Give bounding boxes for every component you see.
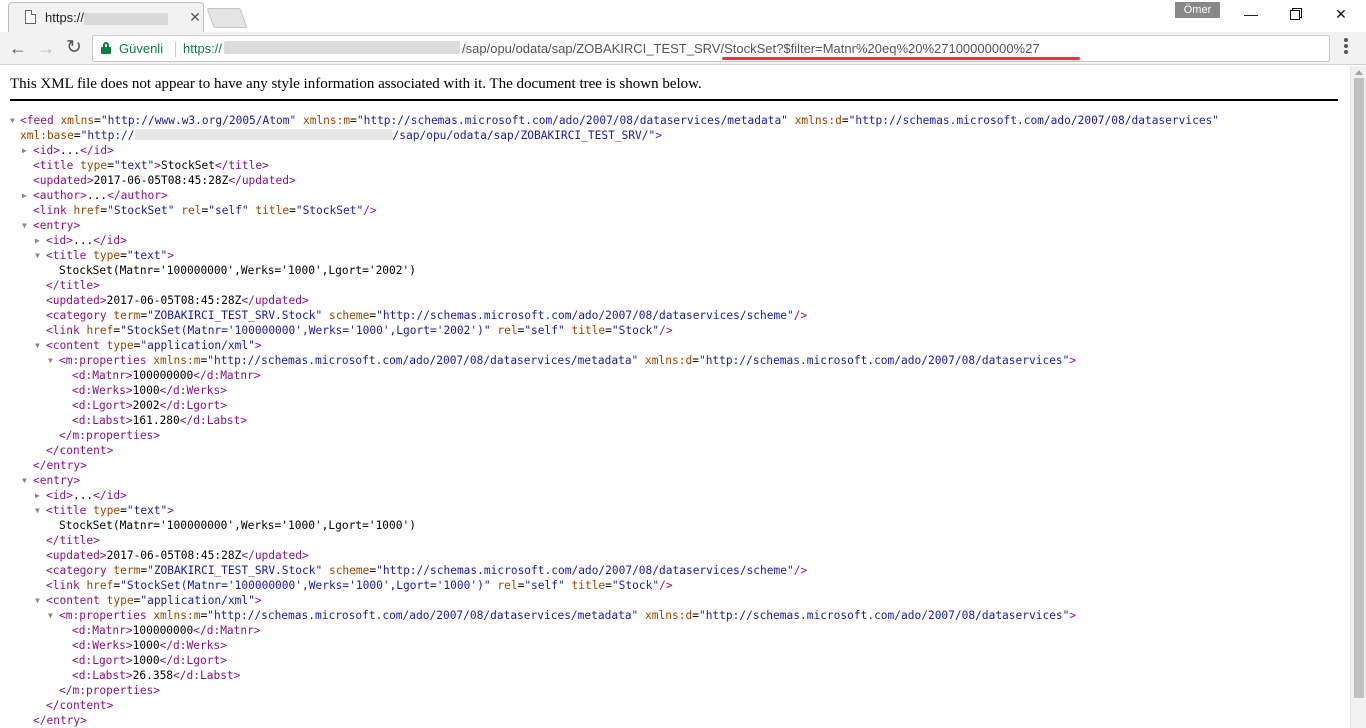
entry-title-close: </title> bbox=[46, 534, 100, 547]
entry-content-open: ▼ <content type="application/xml"> bbox=[35, 593, 262, 608]
address-separator bbox=[175, 42, 176, 57]
entry-title-close: </title> bbox=[46, 279, 100, 292]
properties-close: </m:properties> bbox=[59, 429, 161, 442]
close-tab-icon[interactable]: ✕ bbox=[187, 9, 203, 25]
xml-info-message: This XML file does not appear to have an… bbox=[10, 76, 702, 92]
properties-open: ▼ <m:properties xmlns:m="http://schemas.… bbox=[48, 608, 1077, 623]
prop-labst: <d:Labst>161.280</d:Labst> bbox=[72, 414, 248, 427]
entry-title-text: StockSet(Matnr='100000000',Werks='1000',… bbox=[59, 519, 416, 532]
expanded-triangle-icon[interactable]: ▼ bbox=[35, 503, 44, 518]
url-highlight-underline bbox=[722, 57, 1080, 60]
maximize-button[interactable] bbox=[1272, 0, 1318, 28]
entry-category: <category term="ZOBAKIRCI_TEST_SRV.Stock… bbox=[46, 564, 808, 577]
properties-close: </m:properties> bbox=[59, 684, 161, 697]
page-content: This XML file does not appear to have an… bbox=[0, 66, 1350, 728]
entry-open-tag: ▼ <entry> bbox=[22, 473, 81, 488]
redacted-host bbox=[84, 12, 169, 25]
entry-updated: <updated>2017-06-05T08:45:28Z</updated> bbox=[46, 294, 309, 307]
entry-link: <link href="StockSet(Matnr='100000000',W… bbox=[46, 579, 673, 592]
restore-icon bbox=[1290, 10, 1300, 20]
redacted-host bbox=[224, 41, 461, 54]
document-icon bbox=[25, 10, 36, 24]
prop-matnr: <d:Matnr>100000000</d:Matnr> bbox=[72, 369, 261, 382]
url-text[interactable]: https:// /sap/opu/odata/sap/ZOBAKIRCI_TES… bbox=[183, 41, 1040, 56]
expanded-triangle-icon[interactable]: ▼ bbox=[35, 338, 44, 353]
entry-updated: <updated>2017-06-05T08:45:28Z</updated> bbox=[46, 549, 309, 562]
url-path: /sap/opu/odata/sap/ZOBAKIRCI_TEST_SRV/ bbox=[462, 41, 725, 56]
entry-title-open: ▼ <title type="text"> bbox=[35, 248, 175, 263]
feed-title: <title type="text">StockSet</title> bbox=[33, 159, 269, 172]
scroll-up-arrow-icon[interactable] bbox=[1355, 70, 1363, 75]
entry-id-collapsed: ▶ <id>...</id> bbox=[35, 233, 127, 248]
scrollbar-thumb[interactable] bbox=[1354, 78, 1364, 698]
collapsed-triangle-icon[interactable]: ▶ bbox=[35, 488, 44, 503]
content-close: </content> bbox=[46, 444, 114, 457]
entry-close-tag: </entry> bbox=[33, 459, 87, 472]
minimize-button[interactable]: — bbox=[1228, 0, 1274, 28]
collapsed-triangle-icon[interactable]: ▶ bbox=[22, 143, 31, 158]
reload-icon[interactable]: ↻ bbox=[62, 36, 86, 60]
prop-labst: <d:Labst>26.358</d:Labst> bbox=[72, 669, 241, 682]
content-close: </content> bbox=[46, 699, 114, 712]
collapsed-triangle-icon[interactable]: ▶ bbox=[22, 188, 31, 203]
expanded-triangle-icon[interactable]: ▼ bbox=[48, 353, 57, 368]
entry-open-tag: ▼ <entry> bbox=[22, 218, 81, 233]
entry-id-collapsed: ▶ <id>...</id> bbox=[35, 488, 127, 503]
feed-author-collapsed: ▶ <author>...</author> bbox=[22, 188, 168, 203]
feed-base-attr: xml:base="http:///sap/opu/odata/sap/ZOBA… bbox=[20, 129, 662, 142]
tab-title: https:// bbox=[45, 10, 169, 25]
close-window-button[interactable]: ✕ bbox=[1318, 0, 1364, 28]
entry-title-open: ▼ <title type="text"> bbox=[35, 503, 175, 518]
back-arrow-icon[interactable]: ← bbox=[6, 36, 30, 60]
prop-lgort: <d:Lgort>1000</d:Lgort> bbox=[72, 654, 227, 667]
expanded-triangle-icon[interactable]: ▼ bbox=[35, 593, 44, 608]
feed-link: <link href="StockSet" rel="self" title="… bbox=[33, 204, 377, 217]
prop-werks: <d:Werks>1000</d:Werks> bbox=[72, 384, 227, 397]
url-scheme: https:// bbox=[183, 41, 223, 56]
collapsed-triangle-icon[interactable]: ▶ bbox=[35, 233, 44, 248]
feed-id-collapsed: ▶ <id>...</id> bbox=[22, 143, 114, 158]
menu-dots-icon[interactable] bbox=[1344, 38, 1350, 58]
prop-matnr: <d:Matnr>100000000</d:Matnr> bbox=[72, 624, 261, 637]
entry-title-text: StockSet(Matnr='100000000',Werks='1000',… bbox=[59, 264, 416, 277]
address-bar[interactable]: Güvenli https:// /sap/opu/odata/sap/ZOBAK… bbox=[92, 35, 1330, 62]
browser-tab[interactable]: https:// ✕ bbox=[8, 2, 204, 32]
expanded-triangle-icon[interactable]: ▼ bbox=[10, 113, 19, 128]
title-bar: https:// ✕ Ömer — ✕ bbox=[0, 0, 1366, 32]
entry-close-tag: </entry> bbox=[33, 714, 87, 727]
feed-open-tag: ▼ <feed xmlns="http://www.w3.org/2005/At… bbox=[10, 113, 1220, 128]
redacted-host bbox=[134, 129, 393, 140]
divider bbox=[10, 99, 1338, 101]
prop-lgort: <d:Lgort>2002</d:Lgort> bbox=[72, 399, 227, 412]
expanded-triangle-icon[interactable]: ▼ bbox=[22, 218, 31, 233]
properties-open: ▼ <m:properties xmlns:m="http://schemas.… bbox=[48, 353, 1077, 368]
url-path-highlight: StockSet?$filter=Matnr%20eq%20%271000000… bbox=[724, 41, 1040, 56]
expanded-triangle-icon[interactable]: ▼ bbox=[35, 248, 44, 263]
browser-toolbar: ← → ↻ Güvenli https:// /sap/opu/odata/sap… bbox=[0, 32, 1366, 65]
entry-link: <link href="StockSet(Matnr='100000000',W… bbox=[46, 324, 673, 337]
expanded-triangle-icon[interactable]: ▼ bbox=[48, 608, 57, 623]
entry-category: <category term="ZOBAKIRCI_TEST_SRV.Stock… bbox=[46, 309, 808, 322]
vertical-scrollbar[interactable] bbox=[1350, 66, 1366, 728]
prop-werks: <d:Werks>1000</d:Werks> bbox=[72, 639, 227, 652]
secure-label[interactable]: Güvenli bbox=[119, 41, 163, 56]
tab-title-text: https:// bbox=[45, 10, 85, 25]
expanded-triangle-icon[interactable]: ▼ bbox=[22, 473, 31, 488]
forward-arrow-icon[interactable]: → bbox=[34, 36, 58, 60]
lock-icon[interactable] bbox=[101, 42, 111, 54]
user-profile-button[interactable]: Ömer bbox=[1175, 2, 1220, 18]
feed-updated: <updated>2017-06-05T08:45:28Z</updated> bbox=[33, 174, 296, 187]
entry-content-open: ▼ <content type="application/xml"> bbox=[35, 338, 262, 353]
new-tab-button[interactable] bbox=[206, 8, 248, 28]
